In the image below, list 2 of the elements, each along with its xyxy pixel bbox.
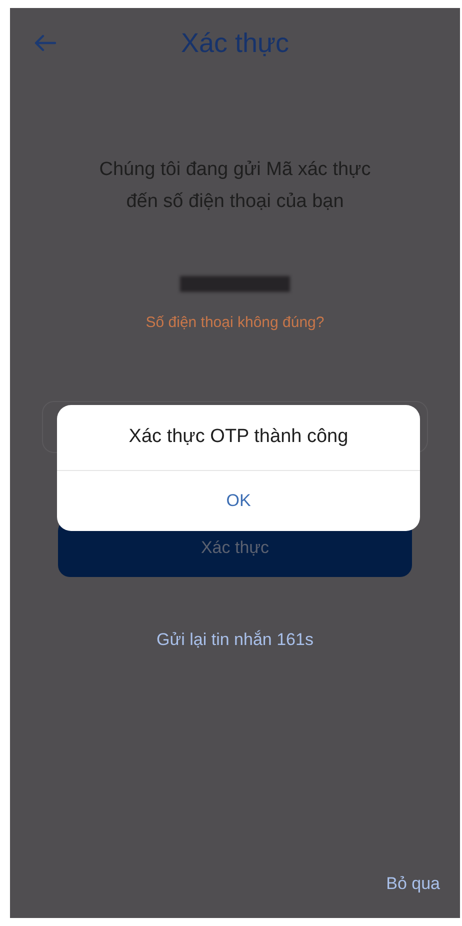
page-title: Xác thực [180, 26, 290, 60]
dialog-message: Xác thực OTP thành công [128, 425, 348, 450]
